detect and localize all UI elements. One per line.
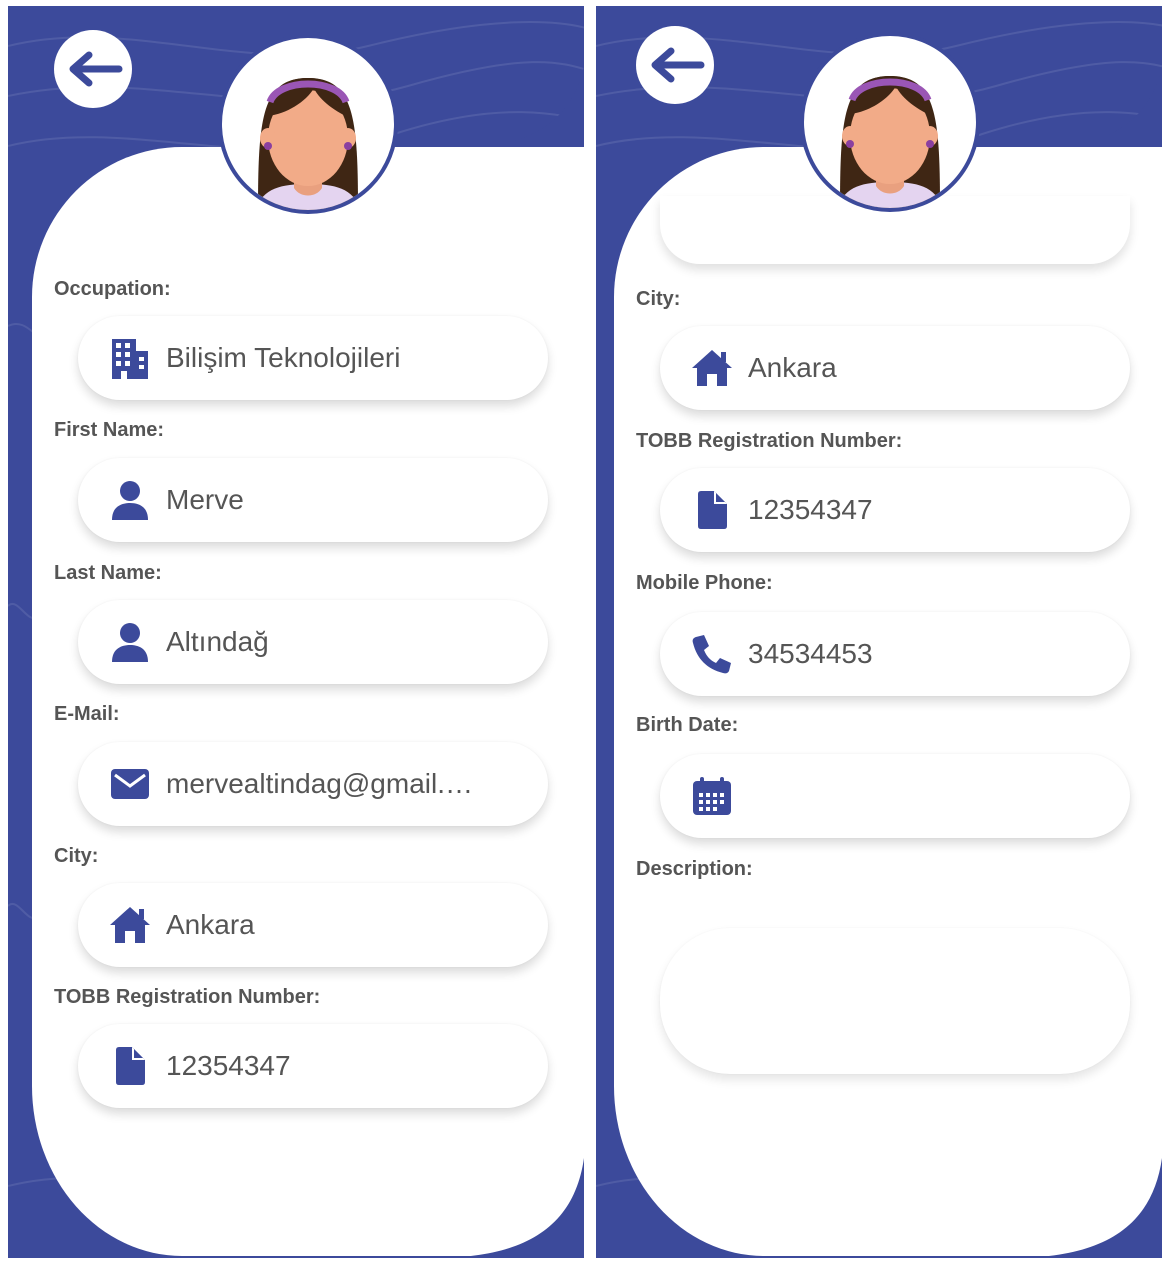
arrow-left-icon: [69, 51, 123, 87]
envelope-icon: [108, 762, 152, 806]
tobb-label: TOBB Registration Number:: [54, 986, 321, 1008]
first-name-field[interactable]: Merve: [78, 458, 548, 542]
back-button[interactable]: [636, 26, 714, 104]
birth-date-field[interactable]: [660, 754, 1130, 838]
city-field[interactable]: Ankara: [660, 326, 1130, 410]
tobb-field[interactable]: 12354347: [78, 1024, 548, 1108]
header-curve: [384, 66, 584, 146]
first-name-label: First Name:: [54, 419, 165, 441]
last-name-field[interactable]: Altındağ: [78, 600, 548, 684]
phone-icon: [690, 632, 734, 676]
city-value: Ankara: [166, 909, 255, 940]
description-label: Description:: [636, 858, 753, 880]
mobile-phone-value: 34534453: [748, 638, 873, 669]
last-name-value: Altındağ: [166, 626, 269, 657]
user-icon: [108, 478, 152, 522]
profile-screen-left: Occupation: Bilişim Teknolojileri First …: [8, 6, 584, 1258]
last-name-label: Last Name:: [54, 562, 162, 584]
email-value: mervealtindag@gmail.…: [166, 768, 473, 799]
mobile-phone-field[interactable]: 34534453: [660, 612, 1130, 696]
city-label: City:: [54, 845, 99, 867]
email-field[interactable]: mervealtindag@gmail.…: [78, 742, 548, 826]
arrow-left-icon: [651, 47, 705, 83]
avatar: [800, 32, 980, 212]
email-label: E-Mail:: [54, 703, 120, 725]
occupation-field[interactable]: Bilişim Teknolojileri: [78, 316, 548, 400]
building-icon: [108, 336, 152, 380]
user-icon: [108, 620, 152, 664]
tobb-label: TOBB Registration Number:: [636, 430, 903, 452]
profile-screen-right: City: Ankara TOBB Registration Number: 1…: [596, 6, 1162, 1258]
file-icon: [108, 1044, 152, 1088]
back-button[interactable]: [54, 30, 132, 108]
description-textarea[interactable]: [660, 928, 1130, 1074]
city-field[interactable]: Ankara: [78, 883, 548, 967]
first-name-value: Merve: [166, 484, 244, 515]
home-icon: [108, 903, 152, 947]
tobb-value: 12354347: [748, 494, 873, 525]
mobile-phone-label: Mobile Phone:: [636, 572, 773, 594]
header-curve: [962, 66, 1162, 146]
tobb-value: 12354347: [166, 1050, 291, 1081]
tobb-field[interactable]: 12354347: [660, 468, 1130, 552]
avatar: [218, 34, 398, 214]
occupation-label: Occupation:: [54, 278, 171, 300]
home-icon: [690, 346, 734, 390]
occupation-value: Bilişim Teknolojileri: [166, 342, 401, 373]
file-icon: [690, 488, 734, 532]
calendar-icon: [690, 774, 734, 818]
birth-date-label: Birth Date:: [636, 714, 739, 736]
city-label: City:: [636, 288, 681, 310]
city-value: Ankara: [748, 352, 837, 383]
